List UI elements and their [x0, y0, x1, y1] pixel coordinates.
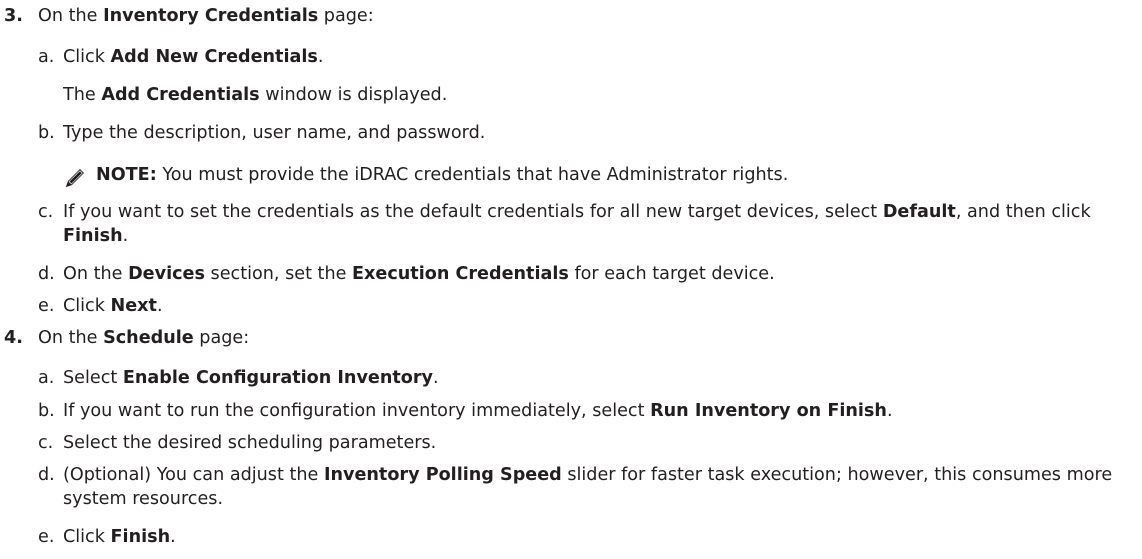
text-bold: Devices: [128, 264, 205, 284]
substep-text: Select the desired scheduling parameters…: [63, 433, 437, 453]
note-body: You must provide the iDRAC credentials t…: [156, 165, 789, 185]
text-post: .: [433, 368, 439, 388]
text-bold: Inventory Polling Speed: [323, 465, 562, 485]
text-bold: Default: [882, 202, 956, 222]
text-bold: Next: [110, 296, 157, 316]
document-page: 3. On the Inventory Credentials page: a.…: [0, 0, 1142, 559]
text-pre: Click: [63, 296, 111, 316]
text-bold: Execution Credentials: [352, 264, 569, 284]
text-pre: On the: [63, 264, 129, 284]
pencil-icon: [63, 166, 87, 190]
step-text-pre: On the: [38, 328, 104, 348]
text-pre: The: [63, 85, 102, 105]
text-post: .: [317, 47, 324, 67]
substep-text: If you want to set the credentials as th…: [63, 200, 1128, 248]
text-bold: Run Inventory on Finish: [650, 401, 887, 421]
substep-letter: e.: [38, 296, 55, 316]
substep-letter: c.: [38, 202, 54, 222]
step-text-post: page:: [193, 328, 250, 348]
substep-letter: c.: [38, 433, 54, 453]
substep-letter: d.: [38, 465, 55, 485]
substep-letter: a.: [38, 47, 55, 67]
step-text: On the Schedule page:: [38, 326, 249, 350]
note-label: NOTE:: [96, 165, 157, 185]
text-post: .: [170, 527, 176, 547]
substep-text: Select Enable Configuration Inventory.: [63, 366, 1128, 390]
substep-letter: b.: [38, 123, 55, 143]
substep-letter: b.: [38, 401, 55, 421]
step-text-bold: Inventory Credentials: [103, 6, 319, 26]
substep-letter: e.: [38, 527, 55, 547]
text-post: window is displayed.: [259, 85, 448, 105]
substep-text: Click Add New Credentials.: [63, 45, 1128, 69]
substep-3a-result: The Add Credentials window is displayed.: [63, 83, 447, 107]
text-pre: Click: [63, 47, 111, 67]
step-text-pre: On the: [38, 6, 104, 26]
text-pre: (Optional) You can adjust the: [63, 465, 324, 485]
text-pre: If you want to run the configuration inv…: [63, 401, 651, 421]
step-text-post: page:: [318, 6, 374, 26]
substep-text: If you want to run the configuration inv…: [63, 399, 1128, 423]
text-bold: Finish: [63, 226, 123, 246]
text-post: for each target device.: [568, 264, 775, 284]
note-text: NOTE: You must provide the iDRAC credent…: [96, 163, 788, 187]
substep-text: Click Next.: [63, 294, 1128, 318]
text-bold: Enable Configuration Inventory: [122, 368, 434, 388]
step-number: 3.: [4, 6, 23, 26]
text-mid: , and then click: [955, 202, 1091, 222]
substep-letter: a.: [38, 368, 55, 388]
step-text-bold: Schedule: [103, 328, 194, 348]
step-number: 4.: [4, 328, 23, 348]
text-bold: Add Credentials: [101, 85, 260, 105]
text-bold: Add New Credentials: [110, 47, 318, 67]
text-bold: Finish: [110, 527, 171, 547]
substep-text: (Optional) You can adjust the Inventory …: [63, 463, 1128, 511]
text-post: .: [886, 401, 893, 421]
text-post: .: [122, 226, 129, 246]
substep-text: Type the description, user name, and pas…: [63, 123, 486, 143]
text-pre: Select: [63, 368, 123, 388]
substep-text: Click Finish.: [63, 525, 1128, 549]
substep-letter: d.: [38, 264, 55, 284]
text-mid: section, set the: [204, 264, 353, 284]
step-text: On the Inventory Credentials page:: [38, 4, 374, 28]
text-pre: Click: [63, 527, 111, 547]
text-post: .: [156, 296, 163, 316]
text-pre: If you want to set the credentials as th…: [63, 202, 883, 222]
substep-text: On the Devices section, set the Executio…: [63, 262, 1128, 286]
